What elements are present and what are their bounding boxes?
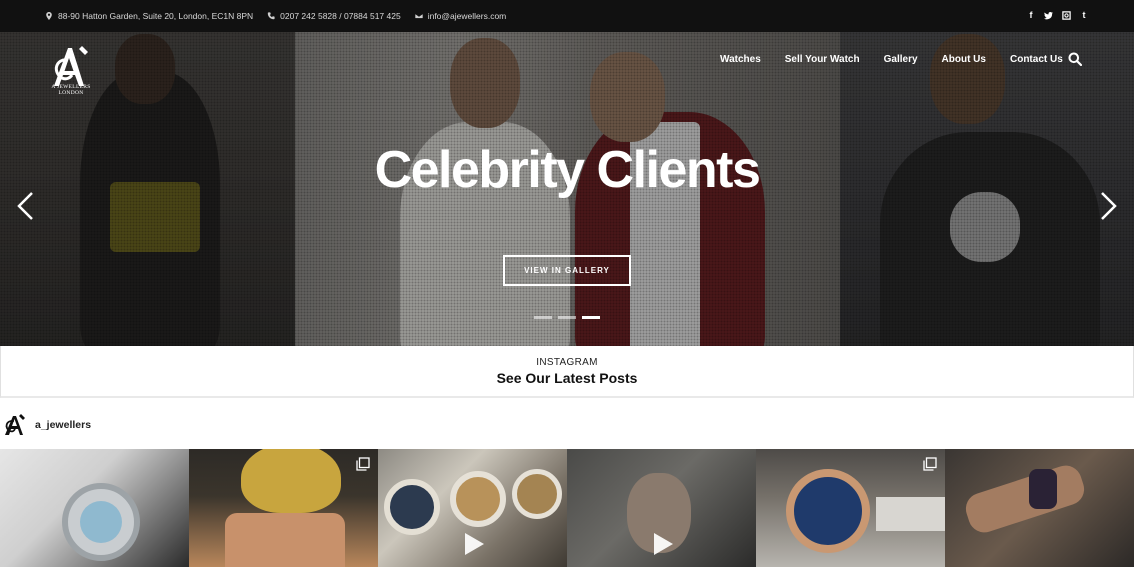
search-icon[interactable] bbox=[1068, 52, 1082, 66]
instagram-profile-row[interactable]: a_jewellers bbox=[0, 400, 1134, 449]
email-item[interactable]: info@ajewellers.com bbox=[414, 11, 507, 21]
instagram-username[interactable]: a_jewellers bbox=[35, 419, 91, 431]
brand-line-2: LONDON bbox=[58, 90, 84, 96]
slider-dot-1[interactable] bbox=[534, 316, 552, 319]
multiple-photos-icon bbox=[923, 457, 937, 471]
play-icon[interactable] bbox=[460, 531, 486, 557]
nav-item-gallery[interactable]: Gallery bbox=[884, 54, 918, 65]
instagram-post[interactable] bbox=[945, 449, 1134, 567]
play-icon[interactable] bbox=[649, 531, 675, 557]
instagram-post[interactable] bbox=[189, 449, 378, 567]
phone-icon bbox=[267, 12, 275, 20]
envelope-icon bbox=[414, 13, 423, 19]
nav-item-sell-your-watch[interactable]: Sell Your Watch bbox=[785, 54, 860, 65]
twitter-icon[interactable] bbox=[1044, 11, 1053, 20]
avatar[interactable] bbox=[3, 413, 27, 437]
main-navigation: Watches Sell Your Watch Gallery About Us… bbox=[720, 54, 1087, 65]
address-item: 88-90 Hatton Garden, Suite 20, London, E… bbox=[45, 11, 253, 21]
phone-text[interactable]: 0207 242 5828 / 07884 517 425 bbox=[280, 11, 401, 21]
chevron-right-icon[interactable] bbox=[1098, 191, 1118, 221]
chevron-left-icon[interactable] bbox=[16, 191, 36, 221]
nav-item-contact-us[interactable]: Contact Us bbox=[1010, 54, 1063, 65]
facebook-icon[interactable]: f bbox=[1027, 10, 1035, 21]
view-in-gallery-button[interactable]: VIEW IN GALLERY bbox=[503, 255, 631, 286]
instagram-post[interactable] bbox=[0, 449, 189, 567]
hero-slider: A JEWELLERS LONDON Watches Sell Your Wat… bbox=[0, 32, 1134, 346]
multiple-photos-icon bbox=[356, 457, 370, 471]
top-contact-bar: 88-90 Hatton Garden, Suite 20, London, E… bbox=[0, 0, 1134, 32]
instagram-post[interactable] bbox=[567, 449, 756, 567]
hero-title: Celebrity Clients bbox=[374, 141, 761, 199]
instagram-section-header: INSTAGRAM See Our Latest Posts bbox=[0, 346, 1134, 398]
instagram-post[interactable] bbox=[756, 449, 945, 567]
instagram-title: See Our Latest Posts bbox=[496, 370, 638, 386]
instagram-feed-grid bbox=[0, 449, 1134, 567]
slider-dot-3[interactable] bbox=[582, 316, 600, 319]
tumblr-icon[interactable]: t bbox=[1080, 10, 1088, 21]
slider-dot-2[interactable] bbox=[558, 316, 576, 319]
address-text: 88-90 Hatton Garden, Suite 20, London, E… bbox=[58, 11, 254, 21]
instagram-icon[interactable] bbox=[1062, 11, 1071, 20]
nav-item-about-us[interactable]: About Us bbox=[942, 54, 986, 65]
phone-item[interactable]: 0207 242 5828 / 07884 517 425 bbox=[267, 11, 401, 21]
slider-pagination bbox=[534, 316, 600, 319]
email-link[interactable]: info@ajewellers.com bbox=[428, 11, 507, 21]
nav-item-watches[interactable]: Watches bbox=[720, 54, 761, 65]
instagram-post[interactable] bbox=[378, 449, 567, 567]
social-links: f t bbox=[1027, 10, 1088, 21]
location-pin-icon bbox=[46, 12, 52, 20]
instagram-kicker: INSTAGRAM bbox=[536, 357, 598, 368]
brand-wordmark: A JEWELLERS LONDON bbox=[44, 84, 98, 96]
